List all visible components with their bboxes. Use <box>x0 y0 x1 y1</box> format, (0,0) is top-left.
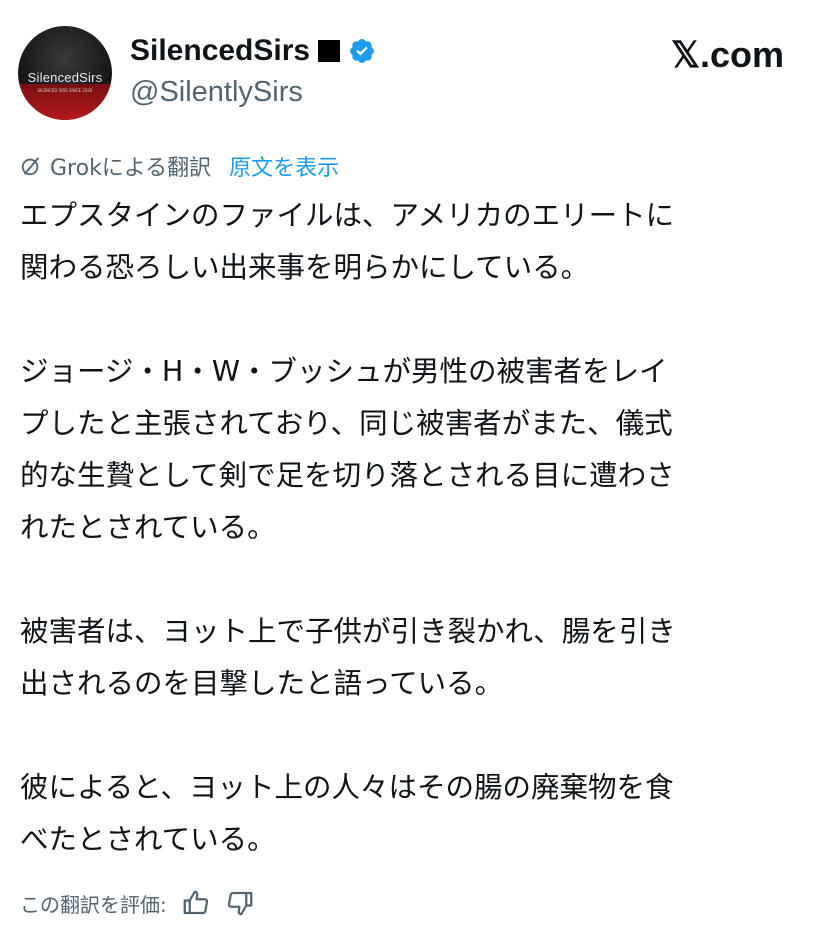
grok-slash-icon <box>21 157 40 176</box>
display-name[interactable]: SilencedSirs <box>130 34 310 68</box>
post-paragraph: 被害者は、ヨット上で子供が引き裂かれ、腸を引き 出されるのを目撃したと語っている… <box>20 615 676 700</box>
translated-by-grok-label: Grokによる翻訳 <box>50 156 212 181</box>
author-handle[interactable]: @SilentlySirs <box>130 76 303 109</box>
translation-row: Grokによる翻訳 原文を表示 <box>20 150 339 182</box>
post-paragraph: ジョージ・H・W・ブッシュが男性の被害者をレイ プしたと主張されており、同じ被害… <box>20 355 675 544</box>
avatar[interactable]: SilencedSirs SILENCED SIRS SINCE 2020 <box>18 26 112 120</box>
avatar-tagline: SILENCED SIRS SINCE 2020 <box>37 88 93 93</box>
post-paragraph: 彼によると、ヨット上の人々はその腸の廃棄物を食 べたとされている。 <box>20 771 674 856</box>
show-original-link[interactable]: 原文を表示 <box>229 150 339 182</box>
post-paragraph: エプスタインのファイルは、アメリカのエリートに 関わる恐ろしい出来事を明らかにし… <box>20 199 675 284</box>
black-square-icon <box>318 40 341 62</box>
rate-translation-label: この翻訳を評価: <box>20 892 167 917</box>
author-name-row: SilencedSirs <box>130 34 376 68</box>
avatar-logo-text: SilencedSirs <box>27 70 103 85</box>
x-com-brand: 𝕏.com <box>670 34 784 75</box>
verified-badge-icon <box>350 39 375 63</box>
thumbs-down-icon[interactable] <box>225 888 255 918</box>
post-body: エプスタインのファイルは、アメリカのエリートに 関わる恐ろしい出来事を明らかにし… <box>20 190 800 866</box>
rate-translation-row: この翻訳を評価: <box>20 888 255 918</box>
thumbs-up-icon[interactable] <box>181 888 211 918</box>
